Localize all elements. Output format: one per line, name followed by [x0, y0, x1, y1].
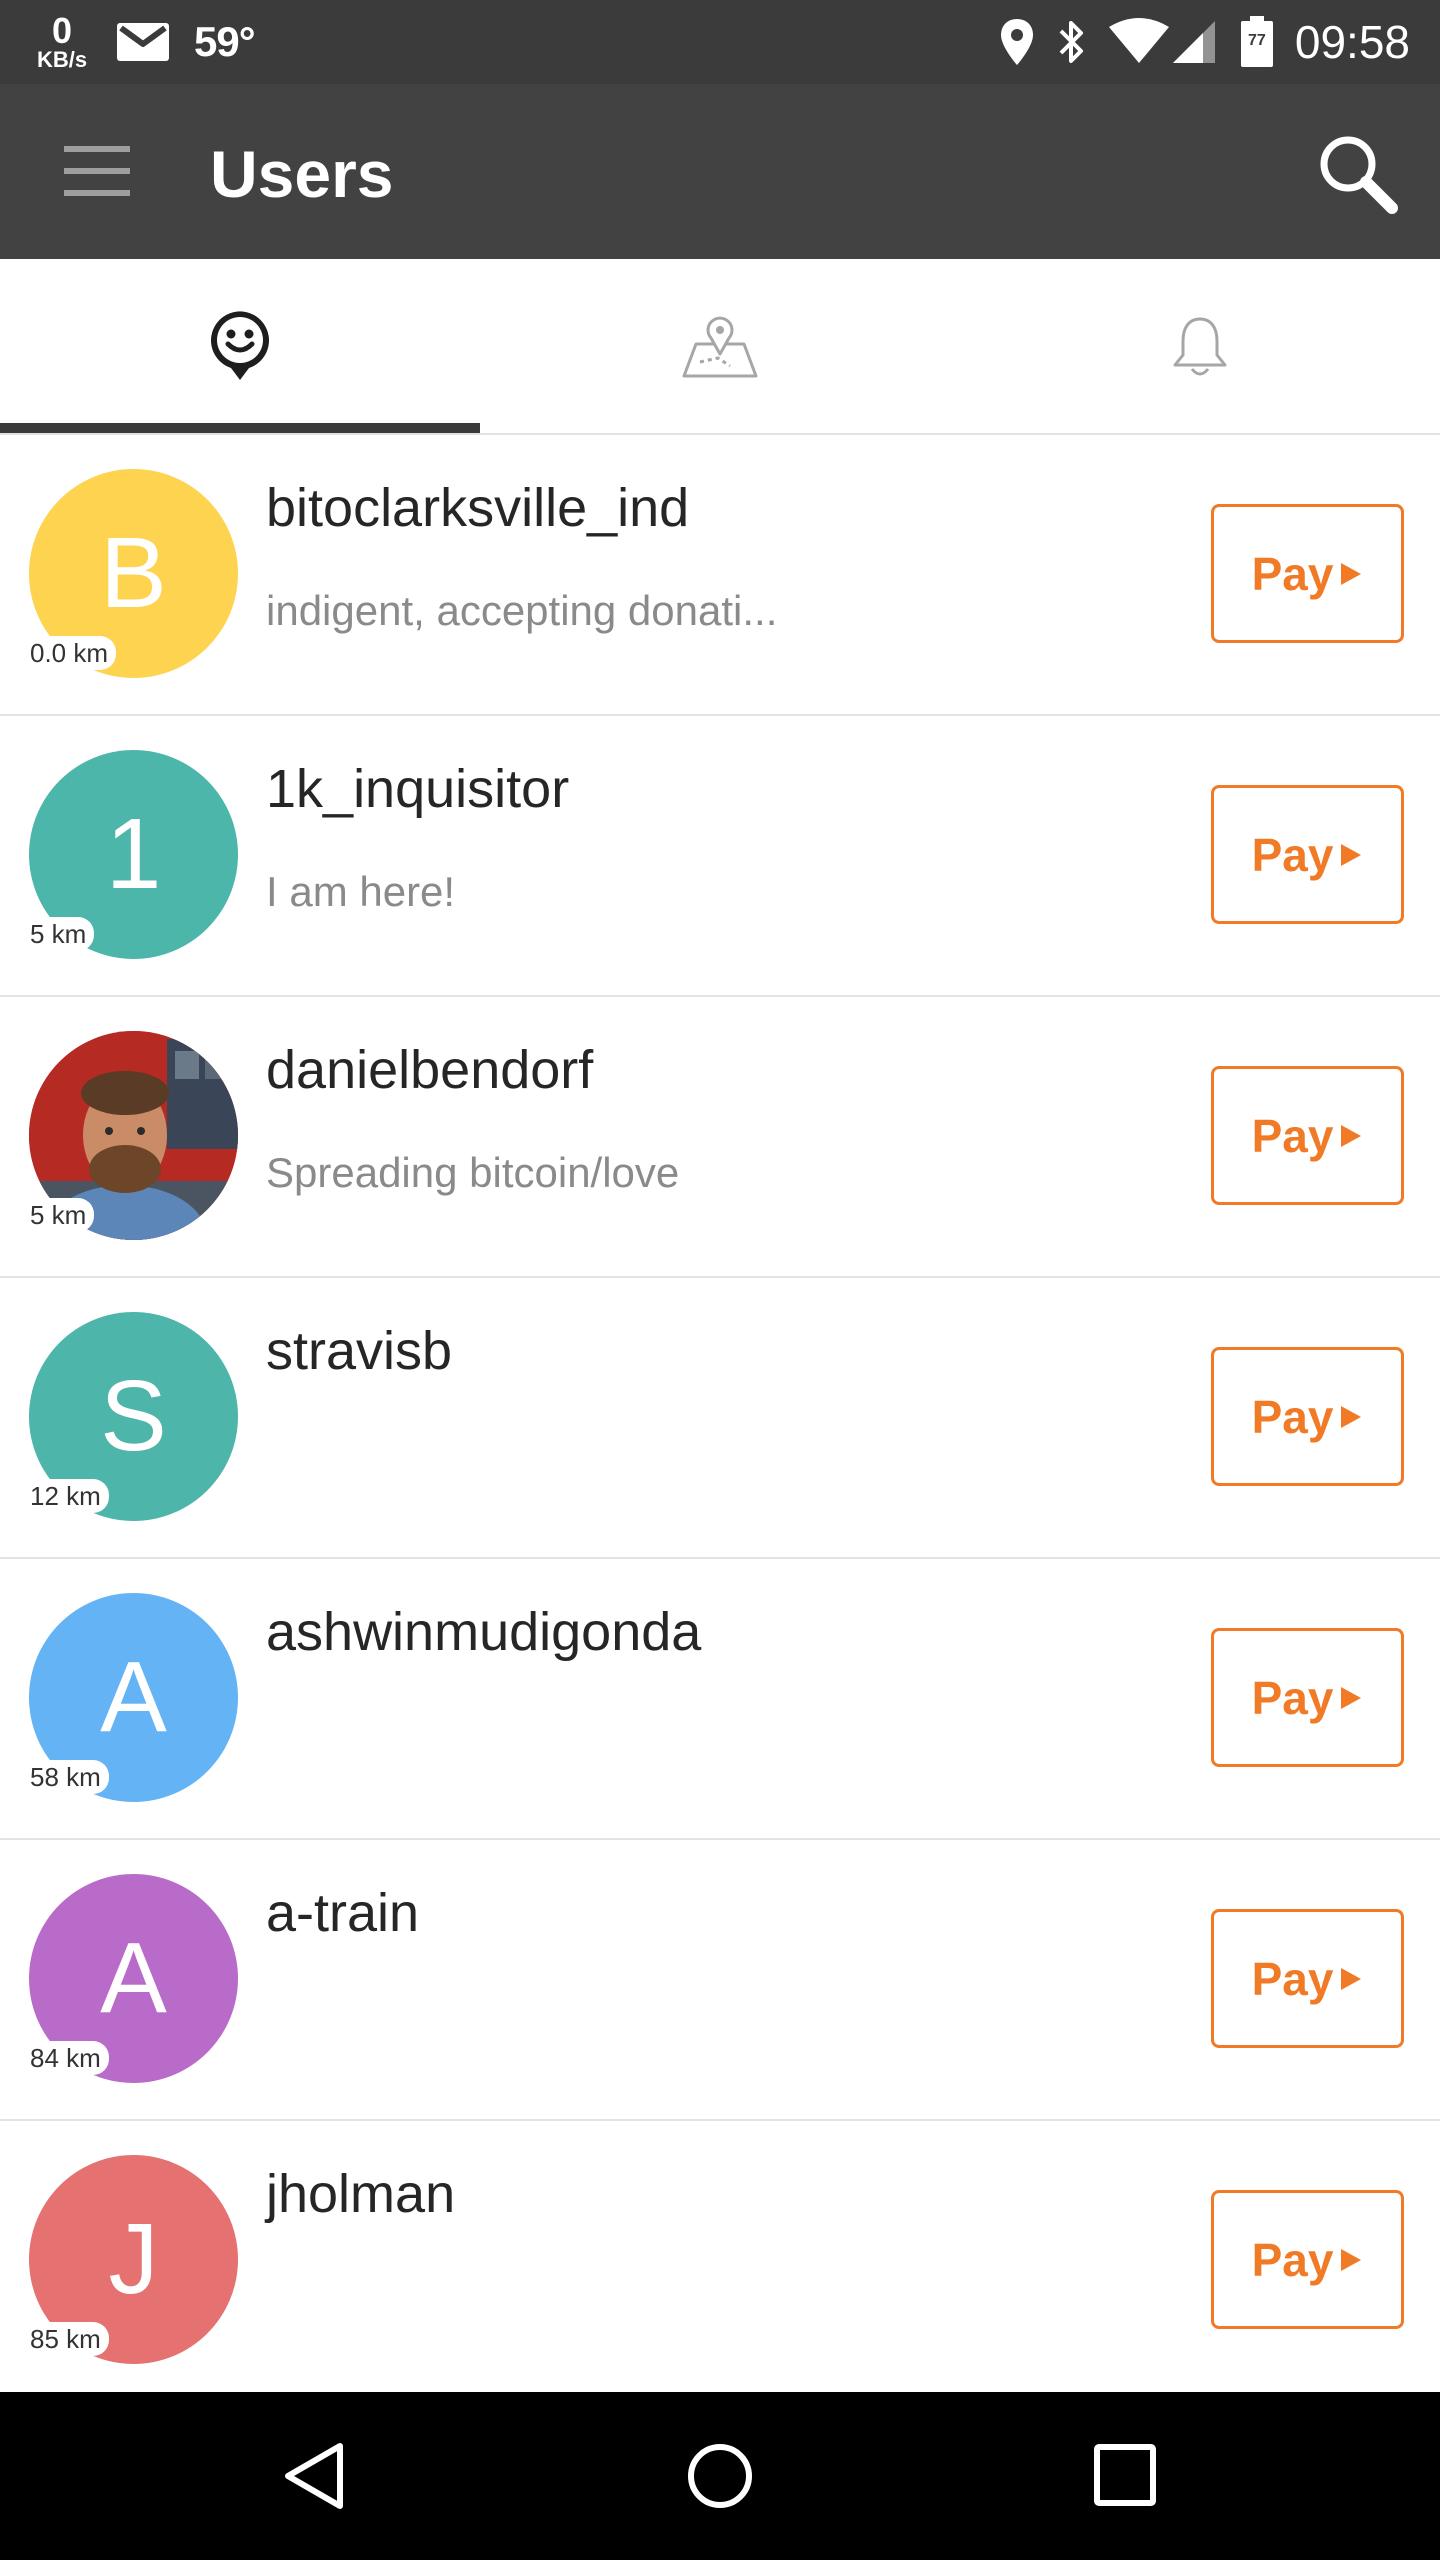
pay-button[interactable]: Pay — [1211, 1347, 1404, 1486]
distance-badge: 5 km — [22, 1198, 95, 1232]
pay-label: Pay — [1251, 2233, 1334, 2286]
distance-badge: 85 km — [22, 2322, 109, 2356]
cell-signal-icon — [1172, 21, 1215, 63]
recents-icon[interactable] — [1086, 2436, 1166, 2516]
pay-label: Pay — [1251, 1109, 1334, 1162]
username: bitoclarksville_ind — [266, 478, 690, 538]
tab-bar — [0, 259, 1440, 435]
username: danielbendorf — [266, 1040, 594, 1100]
play-arrow-icon — [1341, 562, 1362, 585]
home-icon[interactable] — [680, 2436, 760, 2516]
avatar-initial: 1 — [105, 798, 162, 910]
page-title: Users — [210, 137, 394, 211]
pay-button[interactable]: Pay — [1211, 785, 1404, 924]
clock: 09:58 — [1294, 16, 1410, 68]
user-list[interactable]: B 0.0 km bitoclarksville_ind indigent, a… — [0, 435, 1440, 2392]
bell-icon — [1173, 317, 1227, 376]
network-speed: 0 KB/s — [30, 13, 94, 71]
bluetooth-icon — [1059, 21, 1083, 63]
app-screen: 0 KB/s 59° 77 09:58 Users B 0.0 km bitoc… — [0, 0, 1440, 2560]
gmail-icon — [117, 23, 169, 61]
system-nav-bar — [0, 2392, 1440, 2560]
avatar-initial: S — [100, 1360, 167, 1472]
username: stravisb — [266, 1321, 453, 1381]
play-arrow-icon — [1341, 843, 1362, 866]
tab-indicator — [0, 423, 480, 433]
pay-label: Pay — [1251, 547, 1334, 600]
play-arrow-icon — [1341, 2248, 1362, 2271]
username: 1k_inquisitor — [266, 759, 570, 819]
tab-users[interactable] — [0, 259, 480, 433]
username: a-train — [266, 1883, 420, 1943]
distance-badge: 0.0 km — [22, 636, 117, 670]
tab-map[interactable] — [480, 259, 960, 433]
list-item[interactable]: J 85 km jholman Pay — [0, 2121, 1440, 2392]
distance-badge: 84 km — [22, 2041, 109, 2075]
list-item[interactable]: 1 5 km 1k_inquisitor I am here! Pay — [0, 716, 1440, 997]
avatar-initial: J — [108, 2203, 159, 2315]
username: ashwinmudigonda — [266, 1602, 702, 1662]
play-arrow-icon — [1341, 1686, 1362, 1709]
battery-indicator: 77 — [1239, 16, 1275, 68]
pay-button[interactable]: Pay — [1211, 2190, 1404, 2329]
distance-badge: 12 km — [22, 1479, 109, 1513]
app-toolbar: Users — [0, 84, 1440, 259]
network-speed-value: 0 — [51, 10, 73, 51]
pay-button[interactable]: Pay — [1211, 1066, 1404, 1205]
network-speed-unit: KB/s — [36, 47, 88, 72]
smiley-icon — [211, 311, 269, 380]
battery-level: 77 — [1247, 32, 1266, 49]
hamburger-menu-icon[interactable] — [64, 144, 130, 198]
distance-badge: 58 km — [22, 1760, 109, 1794]
pay-button[interactable]: Pay — [1211, 1909, 1404, 2048]
user-status: I am here! — [266, 868, 456, 915]
distance-badge: 5 km — [22, 917, 95, 951]
map-pin-icon — [682, 316, 758, 378]
avatar-initial: B — [100, 517, 167, 629]
pay-label: Pay — [1251, 1390, 1334, 1443]
pay-label: Pay — [1251, 828, 1334, 881]
pay-button[interactable]: Pay — [1211, 1628, 1404, 1767]
pay-button[interactable]: Pay — [1211, 504, 1404, 643]
user-status: Spreading bitcoin/love — [266, 1149, 680, 1196]
play-arrow-icon — [1341, 1405, 1362, 1428]
back-icon[interactable] — [276, 2436, 356, 2516]
avatar-initial: A — [100, 1922, 167, 2034]
wifi-icon — [1108, 18, 1169, 63]
list-item[interactable]: A 58 km ashwinmudigonda Pay — [0, 1559, 1440, 1840]
location-icon — [1000, 19, 1033, 65]
pay-label: Pay — [1251, 1671, 1334, 1724]
tab-notifications[interactable] — [960, 259, 1440, 433]
list-item[interactable]: A 84 km a-train Pay — [0, 1840, 1440, 2121]
username: jholman — [266, 2164, 456, 2224]
avatar-initial: A — [100, 1641, 167, 1753]
list-item[interactable]: 5 km danielbendorf Spreading bitcoin/lov… — [0, 997, 1440, 1278]
status-bar: 0 KB/s 59° 77 09:58 — [0, 0, 1440, 84]
temperature: 59° — [194, 18, 256, 65]
search-icon[interactable] — [1314, 130, 1398, 214]
pay-label: Pay — [1251, 1952, 1334, 2005]
user-status: indigent, accepting donati... — [266, 587, 778, 634]
list-item[interactable]: S 12 km stravisb Pay — [0, 1278, 1440, 1559]
play-arrow-icon — [1341, 1124, 1362, 1147]
play-arrow-icon — [1341, 1967, 1362, 1990]
list-item[interactable]: B 0.0 km bitoclarksville_ind indigent, a… — [0, 435, 1440, 716]
